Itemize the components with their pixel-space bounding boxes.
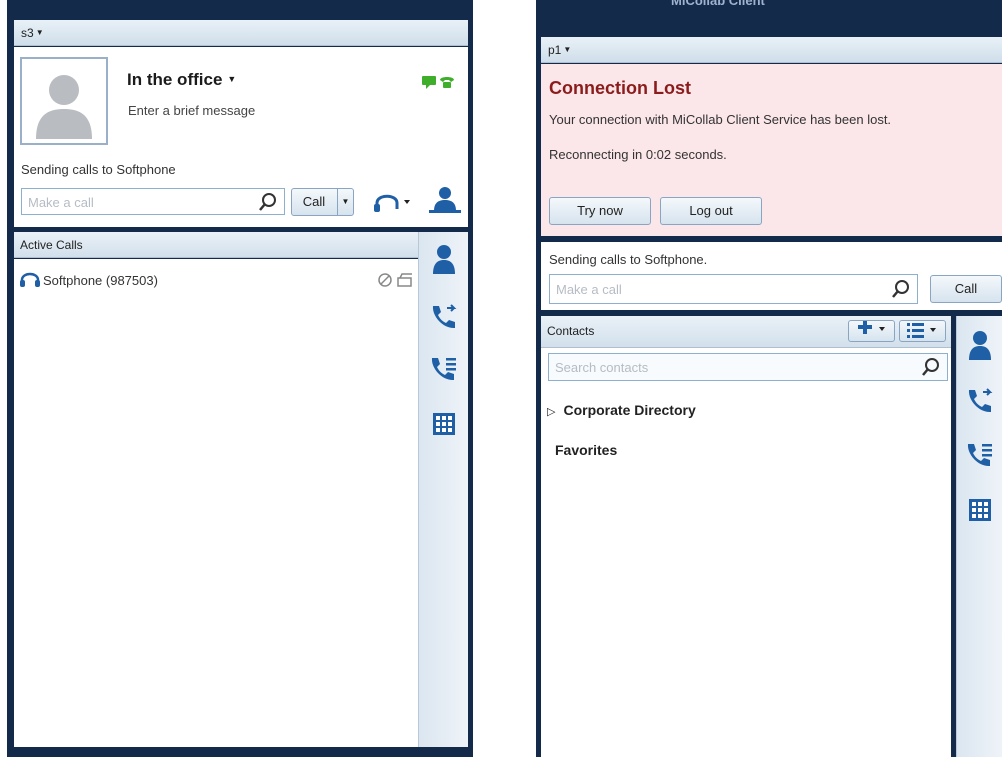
dial-panel: Sending calls to Softphone. Make a call … [541, 242, 1002, 310]
call-history-icon[interactable] [957, 440, 1002, 475]
make-call-input[interactable]: Make a call [549, 274, 918, 304]
call-transfer-icon[interactable] [957, 386, 1002, 421]
list-item[interactable]: Softphone (987503) [19, 268, 415, 292]
chevron-down-icon: ▼ [227, 74, 237, 84]
contacts-header: Contacts [541, 316, 951, 348]
title-text: MiCollab Client [671, 0, 765, 8]
search-icon[interactable] [891, 279, 911, 304]
dialpad-icon[interactable] [419, 412, 468, 441]
tree-item-label: Corporate Directory [563, 402, 696, 418]
chevron-down-icon: ▼ [563, 45, 572, 54]
list-view-button[interactable] [899, 320, 946, 342]
headset-menu-icon[interactable] [372, 189, 412, 220]
list-icon [907, 323, 936, 338]
call-transfer-icon[interactable] [419, 302, 468, 337]
account-selector-label: p1 [548, 43, 562, 57]
search-icon[interactable] [921, 357, 941, 382]
presence-panel: In the office ▼ Enter a brief message Sen… [14, 47, 468, 227]
right-nav-rail [956, 316, 1002, 757]
presence-status[interactable]: In the office ▼ [127, 70, 236, 90]
user-contact-icon[interactable] [428, 185, 462, 222]
try-now-button[interactable]: Try now [549, 197, 651, 225]
desk-phone-icon[interactable] [396, 272, 414, 291]
avatar[interactable] [20, 57, 108, 145]
make-call-placeholder: Make a call [556, 282, 622, 297]
person-icon[interactable] [419, 244, 468, 279]
make-call-input[interactable]: Make a call [21, 188, 285, 215]
plus-icon [858, 320, 885, 334]
reconnect-countdown: Reconnecting in 0:02 seconds. [549, 147, 727, 162]
do-not-disturb-icon[interactable] [377, 272, 393, 291]
error-message: Your connection with MiCollab Client Ser… [549, 112, 892, 127]
chevron-down-icon: ▼ [35, 28, 44, 37]
account-selector-label: s3 [21, 26, 34, 40]
account-selector[interactable]: p1 ▼ [541, 37, 1002, 63]
call-name: Softphone (987503) [43, 273, 158, 288]
active-calls-list: Softphone (987503) [14, 259, 418, 747]
left-nav-rail [418, 232, 468, 747]
default-avatar-icon [22, 59, 106, 143]
person-icon[interactable] [957, 330, 1002, 365]
tree-item-label: Favorites [555, 442, 618, 458]
call-routing-text: Sending calls to Softphone. [549, 252, 708, 267]
chevron-down-icon[interactable]: ▼ [337, 189, 353, 215]
call-routing-text: Sending calls to Softphone [21, 162, 176, 177]
log-out-button[interactable]: Log out [660, 197, 762, 225]
call-button-label: Call [302, 194, 326, 209]
dialpad-icon[interactable] [957, 498, 1002, 527]
left-client-window: s3 ▼ In the office ▼ Enter a brief message… [7, 0, 473, 757]
contacts-header-label: Contacts [547, 324, 595, 338]
contacts-list: Search contacts ▷ Corporate Directory Fav… [541, 348, 951, 757]
status-message-field[interactable]: Enter a brief message [128, 103, 255, 118]
search-contacts-placeholder: Search contacts [555, 360, 649, 375]
make-call-placeholder: Make a call [28, 195, 94, 210]
window-title: MiCollab Client [536, 0, 1002, 22]
add-contact-button[interactable] [848, 320, 895, 342]
active-calls-header: Active Calls [14, 232, 418, 258]
right-client-window: MiCollab Client p1 ▼ Connection Lost Your… [536, 0, 1002, 757]
error-title: Connection Lost [549, 78, 691, 98]
call-button[interactable]: Call [930, 275, 1002, 303]
search-contacts-input[interactable]: Search contacts [548, 353, 948, 381]
tree-item-corporate-directory[interactable]: ▷ Corporate Directory [547, 402, 696, 418]
call-history-icon[interactable] [419, 354, 468, 389]
expand-triangle-icon[interactable]: ▷ [547, 406, 555, 418]
headset-icon [19, 268, 41, 293]
account-selector[interactable]: s3 ▼ [14, 20, 468, 46]
presence-indicator-icon [422, 74, 456, 95]
tree-item-favorites[interactable]: Favorites [555, 442, 617, 458]
connection-error-panel: Connection Lost Your connection with MiC… [541, 64, 1002, 236]
search-icon[interactable] [258, 192, 278, 217]
call-split-button[interactable]: Call ▼ [291, 188, 354, 216]
presence-status-label: In the office [127, 70, 223, 89]
